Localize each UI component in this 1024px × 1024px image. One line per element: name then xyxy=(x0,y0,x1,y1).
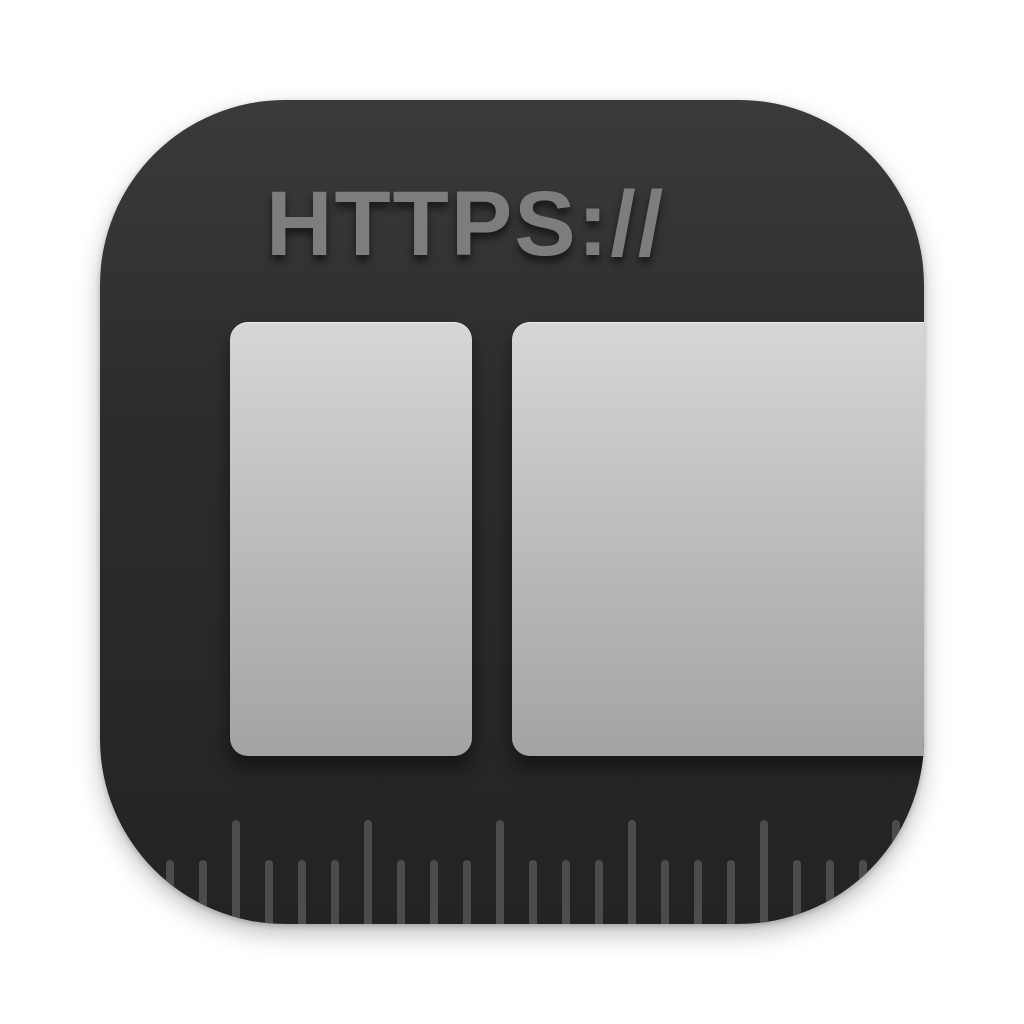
ruler-minor-tick xyxy=(727,860,735,924)
ruler-minor-tick xyxy=(331,860,339,924)
ruler-minor-tick xyxy=(166,860,174,924)
ruler-minor-tick xyxy=(397,860,405,924)
ruler-minor-tick xyxy=(793,860,801,924)
ruler-minor-tick xyxy=(826,860,834,924)
ruler-minor-tick xyxy=(694,860,702,924)
ruler-minor-tick xyxy=(265,860,273,924)
app-icon: HTTPS:// xyxy=(100,100,924,924)
ruler xyxy=(100,804,924,924)
ruler-minor-tick xyxy=(430,860,438,924)
left-pane xyxy=(230,322,472,756)
ruler-minor-tick xyxy=(199,860,207,924)
ruler-major-tick xyxy=(628,820,636,924)
url-scheme-text: HTTPS:// xyxy=(266,173,666,275)
ruler-minor-tick xyxy=(529,860,537,924)
ruler-major-tick xyxy=(364,820,372,924)
ruler-major-tick xyxy=(760,820,768,924)
ruler-major-tick xyxy=(892,820,900,924)
ruler-minor-tick xyxy=(661,860,669,924)
ruler-major-tick xyxy=(496,820,504,924)
canvas: HTTPS:// xyxy=(0,0,1024,1024)
ruler-minor-tick xyxy=(859,860,867,924)
ruler-major-tick xyxy=(232,820,240,924)
ruler-minor-tick xyxy=(562,860,570,924)
ruler-minor-tick xyxy=(298,860,306,924)
right-pane xyxy=(512,322,924,756)
ruler-minor-tick xyxy=(595,860,603,924)
ruler-minor-tick xyxy=(463,860,471,924)
